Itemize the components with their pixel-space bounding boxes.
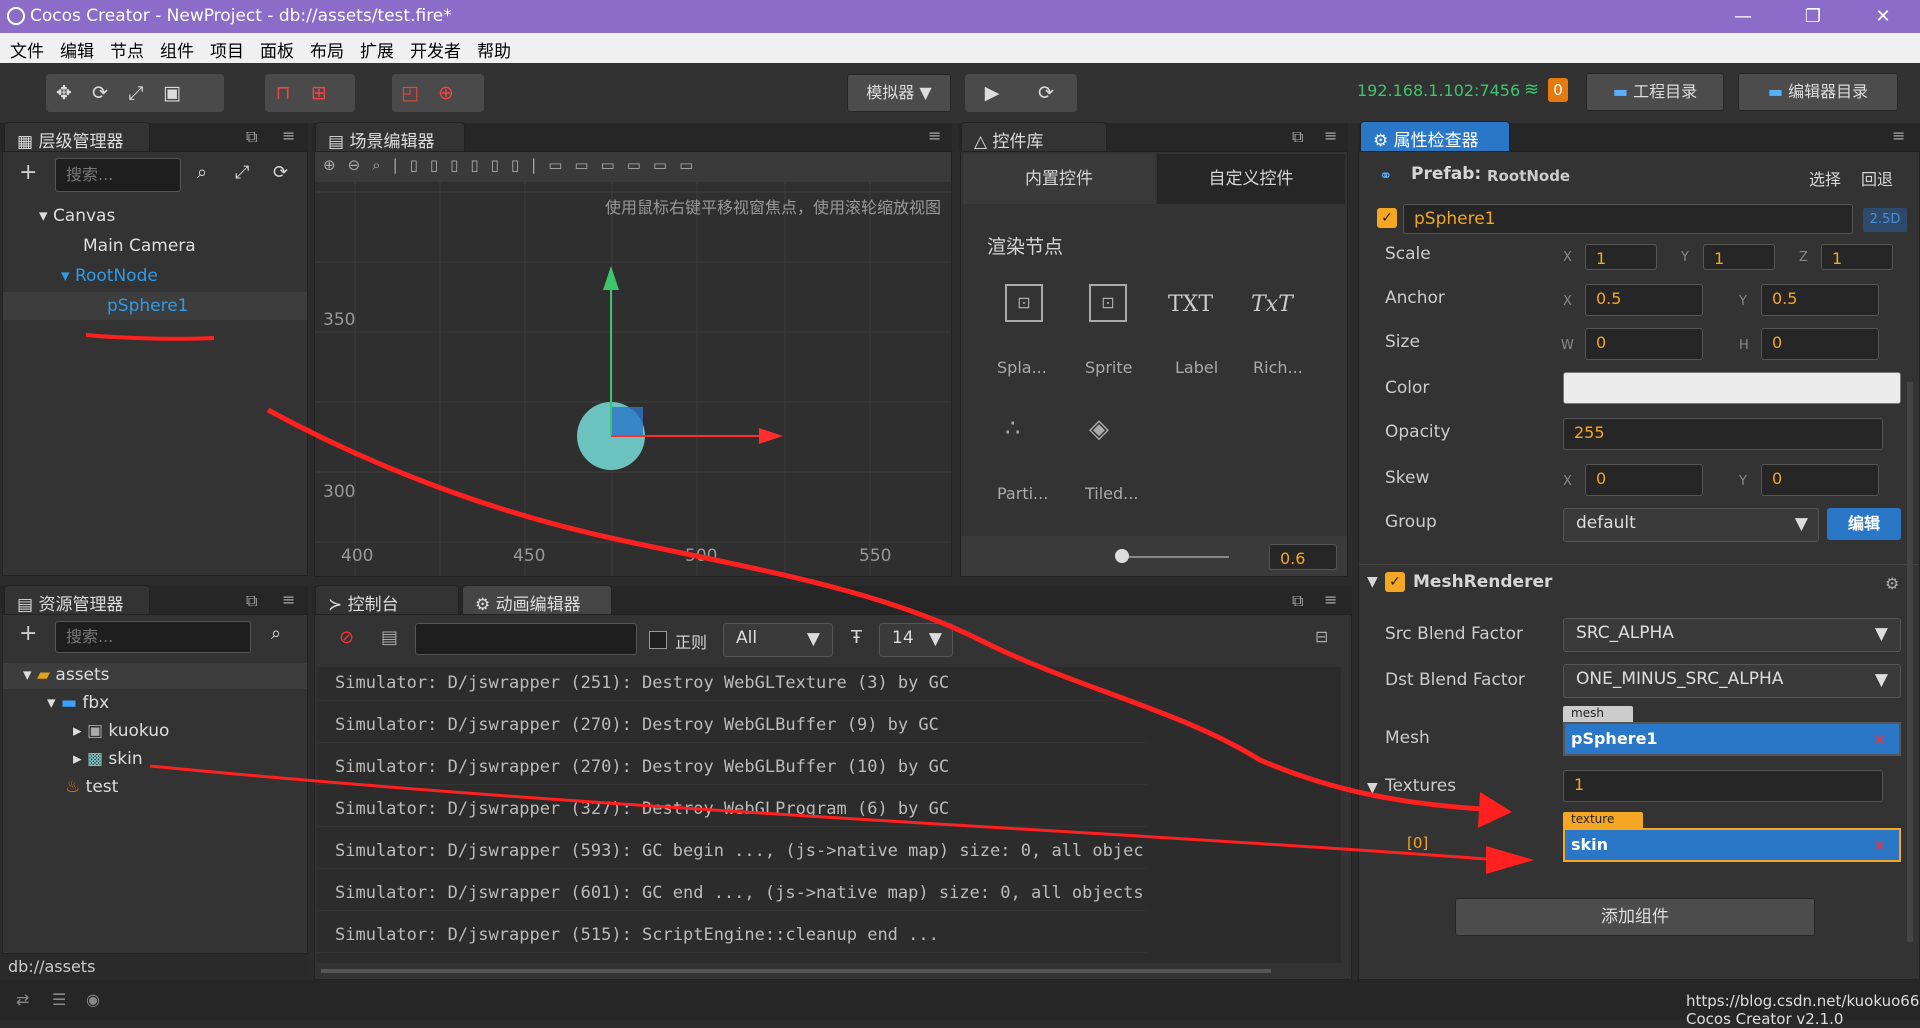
arrow-head-icon bbox=[1486, 846, 1534, 874]
skin-arrow-annotation bbox=[149, 764, 1501, 862]
arrow-head-icon bbox=[1478, 792, 1512, 828]
underline-annotation bbox=[85, 333, 215, 341]
annotation-overlay bbox=[85, 333, 1534, 874]
mesh-arrow-annotation bbox=[266, 407, 1501, 813]
